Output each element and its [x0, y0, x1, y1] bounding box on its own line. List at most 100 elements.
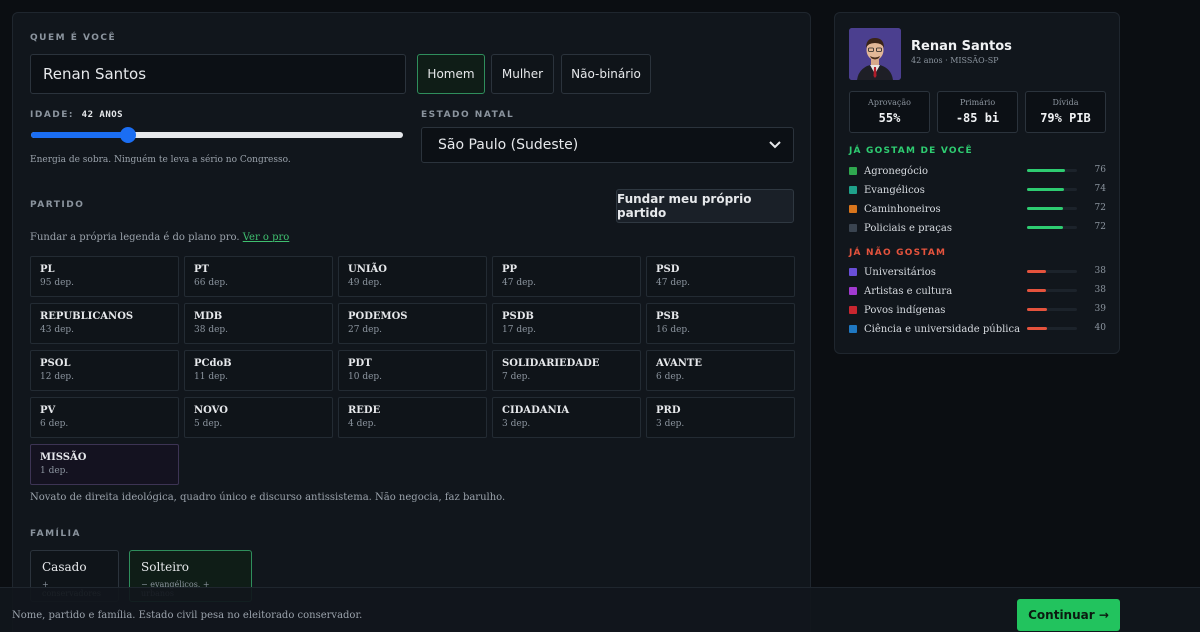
group-value: 40 — [1094, 323, 1106, 333]
stat-label: Dívida — [1052, 98, 1079, 107]
group-bar-fill — [1027, 270, 1046, 273]
party-section-label: PARTIDO — [30, 200, 85, 210]
found-party-button[interactable]: Fundar meu próprio partido — [616, 189, 794, 223]
group-bar-track — [1027, 188, 1077, 191]
party-seats: 3 dep. — [656, 419, 685, 429]
continue-button[interactable]: Continuar → — [1017, 599, 1120, 631]
group-row: Evangélicos 74 — [849, 182, 1106, 198]
party-card[interactable]: PRD 3 dep. — [646, 397, 795, 438]
group-bar-track — [1027, 169, 1077, 172]
state-select-value: São Paulo (Sudeste) — [438, 137, 579, 153]
party-card[interactable]: MDB 38 dep. — [184, 303, 333, 344]
group-value: 39 — [1094, 304, 1106, 314]
group-bar-fill — [1027, 169, 1065, 172]
stat-value: -85 bi — [955, 111, 1000, 125]
party-seats: 4 dep. — [348, 419, 377, 429]
party-seats: 66 dep. — [194, 278, 229, 288]
party-card[interactable]: PDT 10 dep. — [338, 350, 487, 391]
group-bar-fill — [1027, 327, 1047, 330]
group-bar-fill — [1027, 289, 1046, 292]
age-label-row: IDADE: 42 ANOS — [30, 110, 123, 120]
party-card[interactable]: PSB 16 dep. — [646, 303, 795, 344]
party-description: Novato de direita ideológica, quadro úni… — [30, 492, 506, 503]
party-seats: 38 dep. — [194, 325, 229, 335]
party-card[interactable]: AVANTE 6 dep. — [646, 350, 795, 391]
party-card[interactable]: REPUBLICANOS 43 dep. — [30, 303, 179, 344]
group-value: 72 — [1094, 222, 1106, 232]
party-name: AVANTE — [656, 358, 702, 369]
party-card[interactable]: PV 6 dep. — [30, 397, 179, 438]
family-option-title: Casado — [42, 560, 87, 574]
state-select[interactable]: São Paulo (Sudeste) — [421, 127, 794, 163]
party-card[interactable]: NOVO 5 dep. — [184, 397, 333, 438]
party-card[interactable]: SOLIDARIEDADE 7 dep. — [492, 350, 641, 391]
character-form-panel: QUEM É VOCÊ Homem Mulher Não-binário IDA… — [12, 12, 811, 632]
group-value: 74 — [1094, 184, 1106, 194]
party-seats: 95 dep. — [40, 278, 75, 288]
party-card[interactable]: PCdoB 11 dep. — [184, 350, 333, 391]
footer-bar: Nome, partido e família. Estado civil pe… — [0, 587, 1200, 632]
group-bar-track — [1027, 289, 1077, 292]
party-card[interactable]: PSD 47 dep. — [646, 256, 795, 297]
group-bar-fill — [1027, 308, 1047, 311]
gender-button-female[interactable]: Mulher — [491, 54, 554, 94]
party-card[interactable]: PSOL 12 dep. — [30, 350, 179, 391]
age-slider-fill — [31, 132, 129, 138]
group-row: Policiais e praças 72 — [849, 220, 1106, 236]
party-card[interactable]: REDE 4 dep. — [338, 397, 487, 438]
party-card[interactable]: PODEMOS 27 dep. — [338, 303, 487, 344]
state-section-label: ESTADO NATAL — [421, 110, 515, 120]
party-seats: 47 dep. — [656, 278, 691, 288]
stat-value: 55% — [878, 111, 901, 125]
party-name: PP — [502, 264, 518, 275]
party-name: PSD — [656, 264, 680, 275]
group-bar-track — [1027, 270, 1077, 273]
party-seats: 6 dep. — [40, 419, 69, 429]
candidate-name: Renan Santos — [911, 39, 1012, 54]
party-name: REDE — [348, 405, 381, 416]
pro-link[interactable]: Ver o pro — [243, 232, 290, 243]
name-input[interactable] — [30, 54, 406, 94]
party-seats: 5 dep. — [194, 419, 223, 429]
stat-label: Primário — [959, 98, 996, 107]
party-seats: 6 dep. — [656, 372, 685, 382]
group-swatch — [849, 224, 857, 232]
gender-button-male[interactable]: Homem — [417, 54, 485, 94]
party-name: REPUBLICANOS — [40, 311, 134, 322]
age-slider-thumb[interactable] — [120, 127, 137, 143]
party-card[interactable]: CIDADANIA 3 dep. — [492, 397, 641, 438]
gender-button-nonbinary[interactable]: Não-binário — [561, 54, 651, 94]
party-name: CIDADANIA — [502, 405, 570, 416]
party-card[interactable]: PT 66 dep. — [184, 256, 333, 297]
family-option-title: Solteiro — [141, 560, 190, 574]
age-hint: Energia de sobra. Ninguém te leva a séri… — [30, 155, 291, 165]
party-card[interactable]: UNIÃO 49 dep. — [338, 256, 487, 297]
group-row: Ciência e universidade pública 40 — [849, 321, 1106, 337]
group-row: Artistas e cultura 38 — [849, 283, 1106, 299]
party-card[interactable]: PSDB 17 dep. — [492, 303, 641, 344]
pro-hint: Fundar a própria legenda é do plano pro. — [30, 232, 240, 243]
party-name: PSDB — [502, 311, 534, 322]
likes-heading: JÁ GOSTAM DE VOCÊ — [849, 146, 973, 156]
party-name: NOVO — [194, 405, 228, 416]
group-swatch — [849, 306, 857, 314]
group-value: 38 — [1094, 285, 1106, 295]
identity-section-label: QUEM É VOCÊ — [30, 33, 117, 43]
candidate-meta: 42 anos · MISSÃO-SP — [911, 56, 999, 65]
party-seats: 27 dep. — [348, 325, 383, 335]
party-name: PCdoB — [194, 358, 232, 369]
group-bar-track — [1027, 308, 1077, 311]
footer-hint: Nome, partido e família. Estado civil pe… — [12, 610, 363, 621]
party-grid: PL 95 dep. PT 66 dep. UNIÃO 49 dep. PP 47 dep. P… — [30, 256, 795, 485]
group-row: Universitários 38 — [849, 264, 1106, 280]
party-seats: 7 dep. — [502, 372, 531, 382]
group-bar-track — [1027, 207, 1077, 210]
group-bar-fill — [1027, 226, 1063, 229]
age-slider[interactable] — [31, 127, 403, 143]
party-card[interactable]: PL 95 dep. — [30, 256, 179, 297]
party-card[interactable]: PP 47 dep. — [492, 256, 641, 297]
party-card[interactable]: MISSÃO 1 dep. — [30, 444, 179, 485]
party-seats: 47 dep. — [502, 278, 537, 288]
party-seats: 17 dep. — [502, 325, 537, 335]
candidate-summary-panel: Renan Santos 42 anos · MISSÃO-SP Aprovaç… — [834, 12, 1120, 354]
